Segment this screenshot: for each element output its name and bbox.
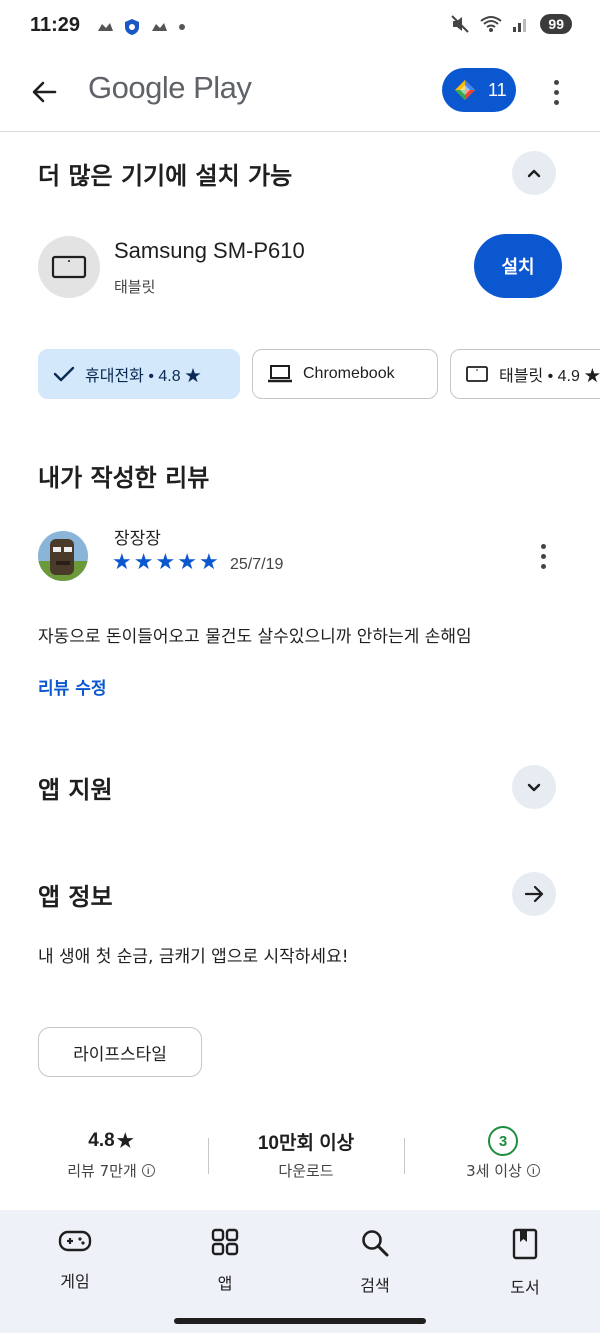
review-stars: ★ ★ ★ ★ ★ xyxy=(112,551,219,575)
chip-tablet[interactable]: 태블릿 • 4.9 ★ xyxy=(450,349,600,399)
nav-item-apps[interactable]: 앱 xyxy=(180,1228,270,1294)
wifi-icon xyxy=(480,16,503,32)
review-text: 자동으로 돈이들어오고 물건도 살수있으니까 안하는게 손해임 xyxy=(38,627,472,647)
check-icon xyxy=(53,366,75,382)
collapse-devices-button[interactable] xyxy=(512,151,556,195)
star-icon: ★ xyxy=(198,550,219,575)
nav-item-search[interactable]: 검색 xyxy=(330,1228,420,1296)
device-name: Samsung SM-P610 xyxy=(114,238,305,263)
app-info-title: 앱 정보 xyxy=(38,883,113,911)
expand-app-support-button[interactable] xyxy=(512,765,556,809)
app-support-title: 앱 지원 xyxy=(38,776,113,804)
mute-icon xyxy=(451,15,470,33)
star-icon: ★ xyxy=(112,550,132,575)
stat-downloads: 10만회 이상 다운로드 xyxy=(230,1126,382,1181)
apps-grid-icon xyxy=(211,1228,239,1256)
rating-value: 4.8 xyxy=(88,1130,115,1151)
chip-chromebook[interactable]: Chromebook xyxy=(252,349,438,399)
my-review-title: 내가 작성한 리뷰 xyxy=(38,464,210,492)
info-icon[interactable]: i xyxy=(526,1164,540,1177)
app-bar: Google Play 11 xyxy=(0,56,600,132)
status-time: 11:29 xyxy=(30,14,81,36)
star-icon: ★ xyxy=(155,550,176,575)
divider xyxy=(404,1138,405,1174)
info-icon[interactable]: i xyxy=(141,1164,155,1177)
more-vert-icon xyxy=(540,543,546,549)
age-rating-badge: 3 xyxy=(488,1126,518,1156)
chip-chromebook-label: Chromebook xyxy=(303,365,395,382)
cloud-icon xyxy=(98,23,113,31)
tablet-icon xyxy=(51,255,87,279)
divider xyxy=(208,1138,209,1174)
home-indicator[interactable] xyxy=(174,1318,426,1324)
device-filter-chips: 휴대전화 • 4.8 ★ Chromebook 태블릿 • 4.9 ★ xyxy=(38,349,600,399)
play-points-button[interactable]: 11 xyxy=(442,68,516,112)
nav-label-search: 검색 xyxy=(360,1276,390,1295)
edit-review-link[interactable]: 리뷰 수정 xyxy=(38,674,106,699)
category-chip[interactable]: 라이프스타일 xyxy=(38,1027,202,1077)
star-icon: ★ xyxy=(177,550,197,575)
downloads-label: 다운로드 xyxy=(278,1162,334,1180)
search-icon xyxy=(362,1230,389,1257)
review-date: 25/7/19 xyxy=(230,556,284,573)
play-points-icon xyxy=(455,80,475,100)
bottom-navigation: 게임 앱 검색 도서 xyxy=(0,1210,600,1333)
reviewer-name: 장장장 xyxy=(114,529,161,549)
device-type: 태블릿 xyxy=(114,278,156,296)
points-count: 11 xyxy=(488,79,507,100)
gamepad-icon xyxy=(58,1230,92,1252)
nav-item-games[interactable]: 게임 xyxy=(30,1228,120,1292)
downloads-value: 10만회 이상 xyxy=(257,1132,355,1154)
app-title: Google Play xyxy=(88,70,252,105)
star-icon: ★ xyxy=(116,1130,134,1152)
device-row: Samsung SM-P610 태블릿 설치 xyxy=(38,234,568,300)
app-stats: 4.8 ★ 리뷰 7만개 i 10만회 이상 다운로드 3 3세 이상 i xyxy=(0,1126,600,1190)
book-icon xyxy=(512,1228,538,1260)
arrow-back-icon xyxy=(32,81,57,103)
nav-item-books[interactable]: 도서 xyxy=(480,1228,570,1298)
device-avatar xyxy=(38,236,100,298)
nav-label-apps: 앱 xyxy=(217,1274,233,1293)
chevron-down-icon xyxy=(527,783,541,792)
status-bar: 11:29 99 xyxy=(0,0,600,56)
star-icon: ★ xyxy=(133,550,154,575)
shield-icon xyxy=(125,19,139,35)
review-options-button[interactable] xyxy=(528,536,558,576)
chevron-up-icon xyxy=(527,169,541,178)
age-rating-label: 3세 이상 xyxy=(466,1162,522,1180)
chip-phone-label: 휴대전화 • 4.8 ★ xyxy=(85,368,202,385)
chip-tablet-label: 태블릿 • 4.9 ★ xyxy=(499,368,600,385)
signal-icon xyxy=(513,19,527,32)
nav-label-games: 게임 xyxy=(60,1272,90,1291)
stat-age-rating: 3 3세 이상 i xyxy=(430,1126,576,1181)
avatar-image xyxy=(38,531,88,581)
battery-indicator: 99 xyxy=(540,14,572,34)
app-description: 내 생애 첫 순금, 금캐기 앱으로 시작하세요! xyxy=(38,947,349,967)
reviewer-avatar xyxy=(38,531,88,581)
more-options-button[interactable] xyxy=(540,72,572,112)
status-right-icons: 99 xyxy=(450,14,572,34)
more-vert-icon xyxy=(553,79,559,85)
rating-label: 리뷰 7만개 xyxy=(67,1162,137,1180)
tablet-icon xyxy=(466,366,488,382)
cloud-icon xyxy=(152,23,167,31)
chip-phone[interactable]: 휴대전화 • 4.8 ★ xyxy=(38,349,240,399)
stat-rating: 4.8 ★ 리뷰 7만개 i xyxy=(38,1126,184,1181)
arrow-forward-icon xyxy=(524,885,544,903)
back-button[interactable] xyxy=(26,74,62,110)
dot-icon xyxy=(179,24,185,30)
install-button[interactable]: 설치 xyxy=(474,234,562,298)
status-left-icons xyxy=(96,18,186,36)
laptop-icon xyxy=(268,365,292,383)
devices-section-title: 더 많은 기기에 설치 가능 xyxy=(38,162,293,190)
nav-label-books: 도서 xyxy=(510,1278,540,1297)
app-info-arrow-button[interactable] xyxy=(512,872,556,916)
